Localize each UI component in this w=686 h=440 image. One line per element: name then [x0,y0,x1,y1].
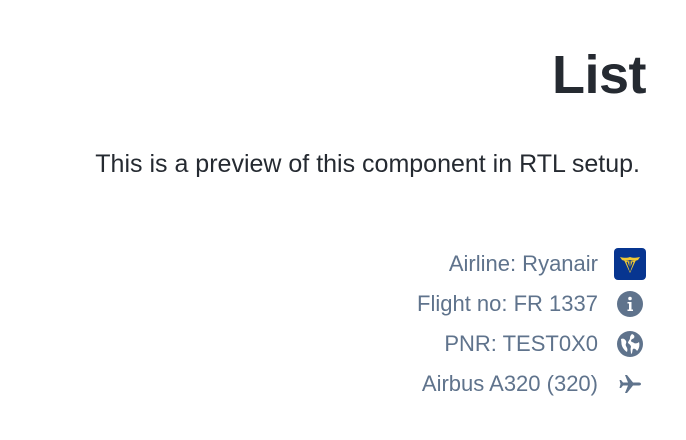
page-description: .This is a preview of this component in … [95,150,640,178]
flight-details-list: Airline: Ryanair Flight no: FR 1337 PNR:… [417,244,646,404]
list-item-aircraft: Airbus A320 (320) [417,364,646,404]
list-item-flight-number: Flight no: FR 1337 [417,284,646,324]
pnr-label: PNR: TEST0X0 [444,331,598,356]
globe-icon [614,328,646,360]
ryanair-logo-icon [614,248,646,280]
airline-label: Airline: Ryanair [448,251,598,276]
list-item-icon [614,248,646,280]
rtl-preview-page: List .This is a preview of this componen… [0,0,686,440]
aircraft-label: Airbus A320 (320) [421,371,598,396]
info-circle-icon [614,288,646,320]
list-item-airline: Airline: Ryanair [417,244,646,284]
airplane-icon [614,368,646,400]
flight-number-label: Flight no: FR 1337 [417,291,598,316]
list-item-pnr: PNR: TEST0X0 [417,324,646,364]
page-title: List [551,45,647,105]
